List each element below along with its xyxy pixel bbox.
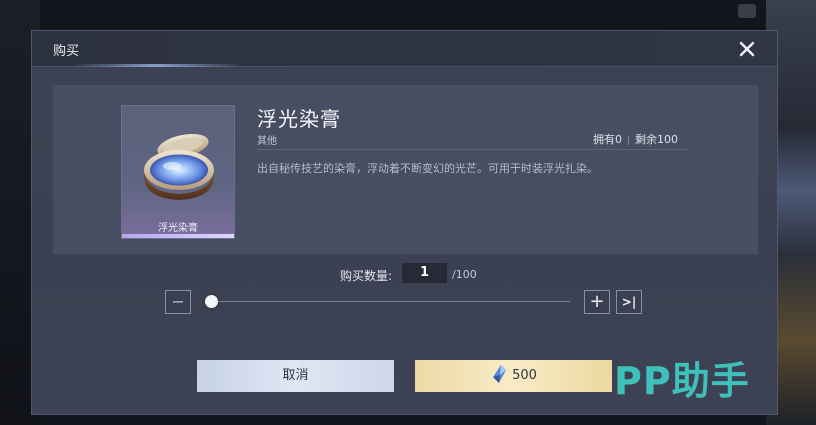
watermark-logo: PP助手 [614, 359, 750, 403]
item-description: 出自秘传技艺的染膏，浮动着不断变幻的光芒。可用于时装浮光扎染。 [257, 162, 598, 175]
item-card-label: 浮光染膏 [158, 223, 198, 234]
info-divider [257, 149, 687, 150]
rarity-stripe [122, 234, 234, 238]
buy-button[interactable]: 500 [415, 360, 612, 392]
quantity-slider-track[interactable] [210, 301, 570, 302]
quantity-input[interactable]: 1 [402, 263, 447, 283]
dialog-titlebar: 购买 [32, 31, 777, 67]
decrease-button[interactable]: − [165, 290, 191, 314]
quantity-slider-thumb[interactable] [205, 295, 218, 308]
owned-count: 拥有0 [593, 133, 622, 146]
stats-separator [628, 135, 629, 145]
quantity-max: /100 [452, 268, 477, 281]
item-name: 浮光染膏 [257, 107, 341, 131]
cancel-button[interactable]: 取消 [197, 360, 394, 392]
title-glow [72, 64, 242, 67]
dye-compact-icon [144, 133, 214, 200]
remaining-count: 剩余100 [635, 133, 678, 146]
background-icon [738, 4, 756, 18]
dialog-title: 购买 [53, 44, 80, 59]
close-button[interactable] [736, 38, 758, 60]
quantity-label: 购买数量: [340, 269, 393, 283]
increase-button[interactable]: + [584, 290, 610, 314]
price-label: 500 [512, 368, 537, 383]
item-category: 其他 [257, 136, 277, 147]
max-quantity-button[interactable]: >| [616, 290, 642, 314]
item-stats: 拥有0 剩余100 [593, 131, 678, 147]
item-card: 浮光染膏 [121, 105, 235, 239]
close-icon [739, 41, 755, 57]
item-info-panel: 浮光染膏 浮光染膏 其他 拥有0 剩余100 出自秘传技艺的染膏，浮动着不断变幻的… [53, 85, 758, 254]
crystal-gem-icon [493, 365, 507, 383]
